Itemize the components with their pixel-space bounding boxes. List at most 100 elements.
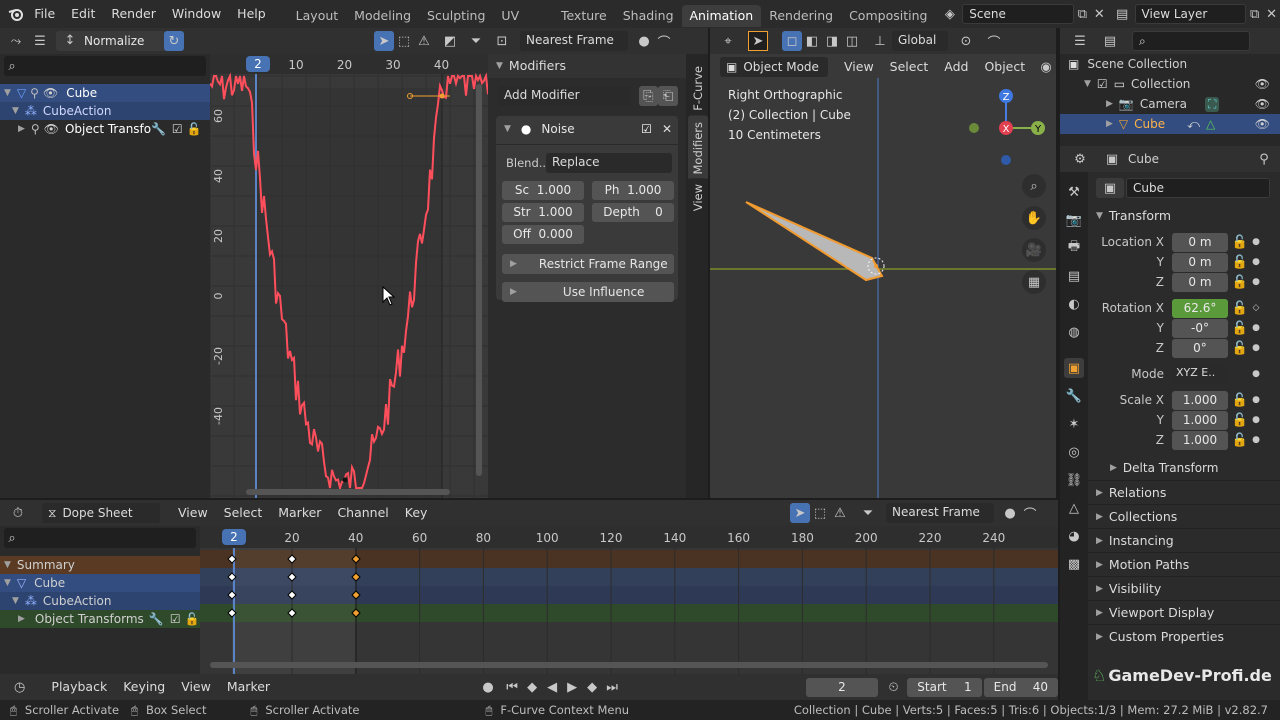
jump-prev-keyframe-icon[interactable]: ◆ [522,677,542,697]
rotation-mode-dropdown[interactable]: XYZ E.. [1172,364,1228,384]
editor-type-icon[interactable]: ☰ [1070,31,1090,51]
falloff-icon[interactable]: ⌒ [1020,503,1040,523]
action-icon[interactable]: ⤺ [1187,117,1200,132]
checkbox-icon[interactable]: ☑ [1097,77,1108,91]
animate-dot-icon[interactable]: ● [1248,318,1264,338]
pan-hand-icon[interactable]: ✋ [1022,206,1046,230]
gizmo-neg-y-axis[interactable] [969,123,979,133]
channel-row-cube[interactable]: ▼ ▽ Cube [0,574,200,592]
zoom-icon[interactable]: ⌕ [1022,174,1046,198]
new-view-layer-icon[interactable]: ⧉ [1246,4,1263,24]
channel-row-object-transforms[interactable]: ▶ Object Transforms 🔧 ☑ 🔓 [0,610,200,628]
datablock-icon[interactable]: ▣ [1096,178,1124,198]
visibility-eye-icon[interactable]: 👁 [1255,117,1270,131]
scene-selector[interactable]: Scene [962,4,1075,24]
visibility-eye-icon[interactable]: 👁 [43,86,58,100]
noise-depth-field[interactable]: Depth 0 [592,203,674,222]
view-layer-selector[interactable]: View Layer [1134,4,1247,24]
new-scene-icon[interactable]: ⧉ [1074,4,1091,24]
wrench-icon[interactable]: 🔧 [151,122,166,136]
checkbox-icon[interactable]: ☑ [172,122,183,136]
camera-data-icon[interactable]: ⛶ [1204,96,1220,112]
camera-view-icon[interactable]: 🎥 [1022,238,1046,262]
channel-row-cube[interactable]: ▼ ▽ ⚲ 👁 Cube [0,84,210,102]
texture-tab-icon[interactable]: ▩ [1064,554,1084,574]
workspace-tab-texture-paint[interactable]: Texture Paint [553,5,615,45]
expand-triangle-icon[interactable]: ▼ [4,88,11,98]
property-field[interactable]: 0 m [1172,252,1228,272]
object-name-field[interactable]: Cube [1126,178,1270,198]
tool-tab-icon[interactable]: ⚒ [1064,182,1084,202]
warning-icon[interactable]: ⚠ [830,503,850,523]
world-tab-icon[interactable]: ◍ [1064,322,1084,342]
menu-view[interactable]: View [170,502,216,524]
snap-selector[interactable]: Nearest Frame [520,31,628,51]
lock-icon[interactable]: 🔓 [1232,298,1248,318]
menu-view[interactable]: View [173,676,219,698]
select-mode-new-icon[interactable]: ◻ [782,31,802,51]
show-only-selected-icon[interactable]: ◩ [440,31,460,51]
editor-type-icon[interactable]: ◷ [10,677,29,697]
channel-row-cubeaction[interactable]: ▼ ⁂ CubeAction [0,102,210,120]
expand-triangle-icon[interactable]: ▶ [1096,577,1103,601]
noise-offset-field[interactable]: Off 0.000 [502,225,584,244]
channel-row-cubeaction[interactable]: ▼ ⁂ CubeAction [0,592,200,610]
end-frame-field[interactable]: End 40 [983,677,1058,697]
orientation-selector[interactable]: Global [892,31,948,51]
graph-canvas[interactable]: 2 10 20 30 40 60 40 20 0 -20 -40 [210,54,488,498]
jump-end-icon[interactable]: ⏭ [602,677,622,697]
lock-icon[interactable]: 🔓 [1232,390,1248,410]
graph-area[interactable]: 2 10 20 30 40 60 40 20 0 -20 -40 [210,54,488,498]
menu-key[interactable]: Key [397,502,436,524]
filter-icon[interactable]: ⏷ [858,503,878,523]
select-tool-icon[interactable]: ➤ [374,31,394,51]
section-relations[interactable]: ▶ Relations [1088,480,1280,504]
select-tool-icon[interactable]: ➤ [790,503,810,523]
expand-triangle-icon[interactable]: ▶ [1096,481,1103,505]
select-mode-extend-icon[interactable]: ◧ [802,31,822,51]
section-viewport-display[interactable]: ▶ Viewport Display [1088,600,1280,624]
menu-help[interactable]: Help [229,0,274,28]
channel-row-object-transforms[interactable]: ▶ ⚲ 👁 Object Transforms 🔧 ☑ 🔓 [0,120,210,138]
auto-keying-icon[interactable]: ● [478,677,498,697]
snap-selector[interactable]: Nearest Frame [886,503,994,523]
select-mode-subtract-icon[interactable]: ◨ [822,31,842,51]
noise-scale-field[interactable]: Sc 1.000 [502,181,584,200]
menu-keying[interactable]: Keying [115,676,173,698]
property-field[interactable]: 1.000 [1172,390,1228,410]
keyframe-diamond-icon[interactable]: ◇ [1248,298,1264,318]
animate-dot-icon[interactable]: ● [1248,232,1264,252]
collapse-triangle-icon[interactable]: ▼ [12,596,19,606]
animate-dot-icon[interactable]: ● [1248,410,1264,430]
display-mode-icon[interactable]: ▤ [1100,31,1120,51]
lock-icon[interactable]: 🔓 [1232,410,1248,430]
channel-row-summary[interactable]: ▼ Summary [0,556,200,574]
menu-marker[interactable]: Marker [270,502,329,524]
data-tab-icon[interactable]: △ [1064,498,1084,518]
lock-icon[interactable]: 🔓 [1232,430,1248,450]
add-modifier-dropdown[interactable]: Add Modifier [498,86,631,106]
delete-scene-icon[interactable]: ✕ [1091,4,1108,24]
collapse-triangle-icon[interactable]: ▼ [1084,79,1091,89]
horizontal-scrollbar[interactable] [210,662,1048,668]
render-tab-icon[interactable]: 📷 [1064,210,1084,230]
visibility-eye-icon[interactable]: 👁 [1255,77,1270,91]
visibility-eye-icon[interactable]: 👁 [1255,97,1270,111]
falloff-icon[interactable]: ⌒ [654,31,674,51]
output-tab-icon[interactable]: 🖶 [1064,238,1084,258]
jump-next-keyframe-icon[interactable]: ◆ [582,677,602,697]
scene-icon[interactable]: ◈ [941,4,958,24]
constraints-tab-icon[interactable]: ⛓ [1064,470,1084,490]
select-mode-invert-icon[interactable]: ◫ [842,31,862,51]
property-field[interactable]: 0 m [1172,232,1228,252]
menu-edit[interactable]: Edit [63,0,103,28]
animate-dot-icon[interactable]: ● [1248,338,1264,358]
property-field[interactable]: 62.6° [1172,298,1228,318]
dopesheet-canvas[interactable]: 20 40 60 80 100 120 140 160 180 200 220 240 2 [200,526,1058,674]
noise-strength-field[interactable]: Str 1.000 [502,203,584,222]
editor-type-icon[interactable]: ⌖ [718,31,738,51]
filter-icon[interactable]: ⏷ [466,31,486,51]
particles-tab-icon[interactable]: ✶ [1064,414,1084,434]
material-tab-icon[interactable]: ◕ [1064,526,1084,546]
ortho-grid-icon[interactable]: ▦ [1022,270,1046,294]
